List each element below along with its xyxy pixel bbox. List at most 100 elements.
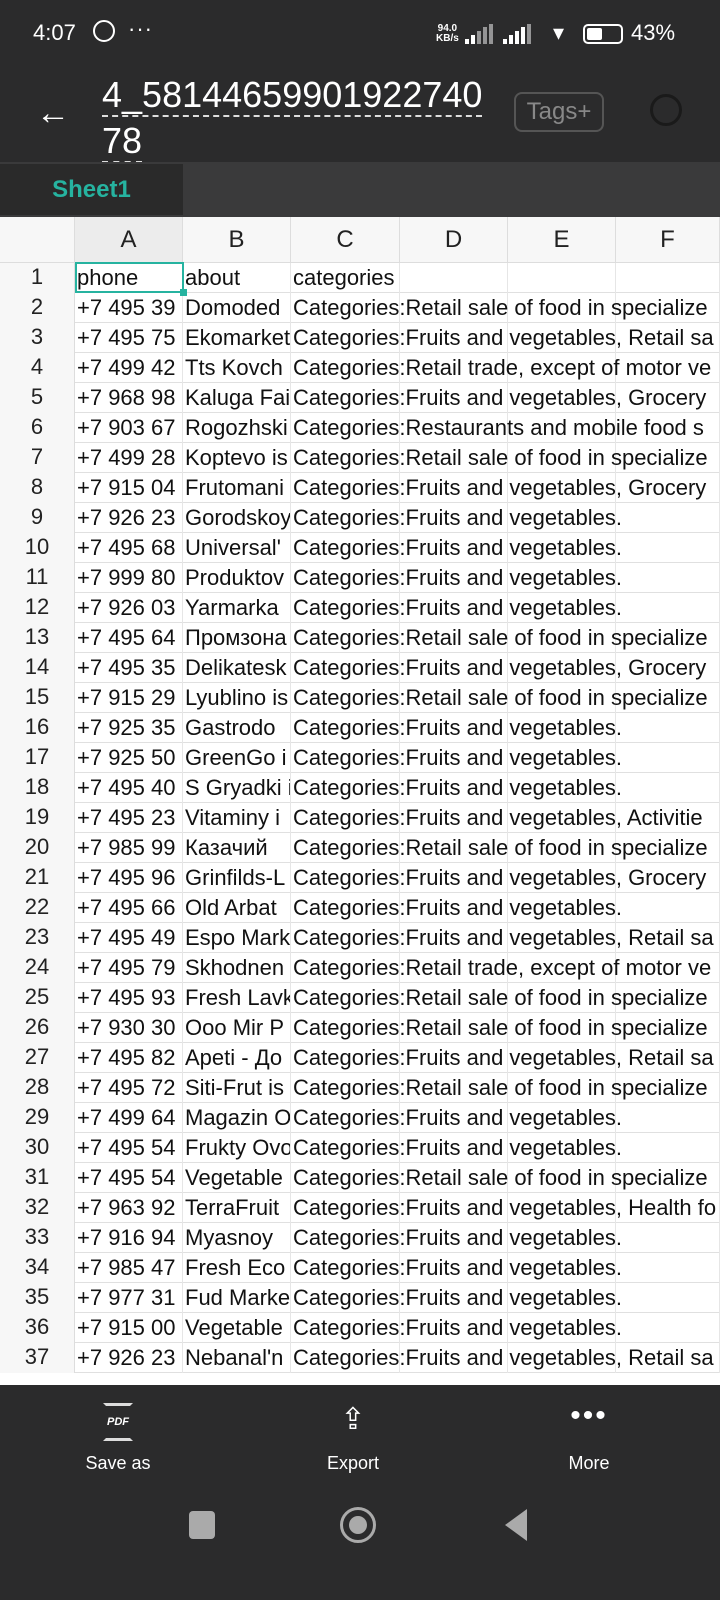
row-header[interactable]: 30 <box>0 1133 75 1163</box>
file-title[interactable]: 4_5814465990192274078 <box>102 72 487 164</box>
cell-B19[interactable]: Vitaminy i <box>183 803 291 833</box>
column-header-D[interactable]: D <box>400 217 508 263</box>
row-header[interactable]: 32 <box>0 1193 75 1223</box>
column-header-C[interactable]: C <box>291 217 400 263</box>
cell-A20[interactable]: +7 985 99 <box>75 833 183 863</box>
cell-F10[interactable] <box>616 533 720 563</box>
cell-F12[interactable] <box>616 593 720 623</box>
cell-B34[interactable]: Fresh Eco <box>183 1253 291 1283</box>
cell-F1[interactable] <box>616 263 720 293</box>
row-header[interactable]: 27 <box>0 1043 75 1073</box>
row-header[interactable]: 28 <box>0 1073 75 1103</box>
cell-F36[interactable] <box>616 1313 720 1343</box>
cell-F29[interactable] <box>616 1103 720 1133</box>
row-header[interactable]: 26 <box>0 1013 75 1043</box>
row-header[interactable]: 10 <box>0 533 75 563</box>
cell-B15[interactable]: Lyublino is <box>183 683 291 713</box>
cell-B14[interactable]: Delikatesk <box>183 653 291 683</box>
cell-A21[interactable]: +7 495 96 <box>75 863 183 893</box>
cell-A22[interactable]: +7 495 66 <box>75 893 183 923</box>
cell-F16[interactable] <box>616 713 720 743</box>
cell-B4[interactable]: Tts Kovch <box>183 353 291 383</box>
cell-A13[interactable]: +7 495 64 <box>75 623 183 653</box>
back-arrow-icon[interactable]: ← <box>36 96 70 130</box>
row-header[interactable]: 11 <box>0 563 75 593</box>
cell-A7[interactable]: +7 499 28 <box>75 443 183 473</box>
cell-C19[interactable]: Categories:Fruits and vegetables, Activi… <box>291 803 703 833</box>
cell-C2[interactable]: Categories:Retail sale of food in specia… <box>291 293 708 323</box>
cell-C22[interactable]: Categories:Fruits and vegetables. <box>291 893 622 923</box>
export-button[interactable]: ⇪ Export <box>278 1403 428 1474</box>
cell-B10[interactable]: Universal' <box>183 533 291 563</box>
cell-B3[interactable]: Ekomarket <box>183 323 291 353</box>
tags-button[interactable]: Tags+ <box>514 92 604 132</box>
cell-C4[interactable]: Categories:Retail trade, except of motor… <box>291 353 711 383</box>
cell-B23[interactable]: Espo Mark <box>183 923 291 953</box>
cell-B21[interactable]: Grinfilds-L <box>183 863 291 893</box>
cell-B1[interactable]: about <box>183 263 291 293</box>
cell-A32[interactable]: +7 963 92 <box>75 1193 183 1223</box>
cell-C27[interactable]: Categories:Fruits and vegetables, Retail… <box>291 1043 714 1073</box>
row-header[interactable]: 33 <box>0 1223 75 1253</box>
row-header[interactable]: 9 <box>0 503 75 533</box>
cell-B12[interactable]: Yarmarka <box>183 593 291 623</box>
cell-C24[interactable]: Categories:Retail trade, except of motor… <box>291 953 711 983</box>
row-header[interactable]: 23 <box>0 923 75 953</box>
cell-A30[interactable]: +7 495 54 <box>75 1133 183 1163</box>
cell-F34[interactable] <box>616 1253 720 1283</box>
cell-C30[interactable]: Categories:Fruits and vegetables. <box>291 1133 622 1163</box>
row-header[interactable]: 15 <box>0 683 75 713</box>
row-header[interactable]: 7 <box>0 443 75 473</box>
cell-C15[interactable]: Categories:Retail sale of food in specia… <box>291 683 708 713</box>
cell-C25[interactable]: Categories:Retail sale of food in specia… <box>291 983 708 1013</box>
cell-B7[interactable]: Koptevo is <box>183 443 291 473</box>
cell-A37[interactable]: +7 926 23 <box>75 1343 183 1373</box>
cell-B24[interactable]: Skhodnen <box>183 953 291 983</box>
cell-F22[interactable] <box>616 893 720 923</box>
cell-B35[interactable]: Fud Marke <box>183 1283 291 1313</box>
cell-A10[interactable]: +7 495 68 <box>75 533 183 563</box>
cell-C1[interactable]: categories <box>291 263 400 293</box>
column-header-B[interactable]: B <box>183 217 291 263</box>
cell-C31[interactable]: Categories:Retail sale of food in specia… <box>291 1163 708 1193</box>
row-header[interactable]: 19 <box>0 803 75 833</box>
cell-A5[interactable]: +7 968 98 <box>75 383 183 413</box>
row-header[interactable]: 22 <box>0 893 75 923</box>
row-header[interactable]: 20 <box>0 833 75 863</box>
spreadsheet-grid[interactable]: A B C D E F 1 phone about categories 2 +7 495 39 Dom… <box>0 217 720 1385</box>
cell-F30[interactable] <box>616 1133 720 1163</box>
row-header[interactable]: 12 <box>0 593 75 623</box>
cell-B36[interactable]: Vegetable <box>183 1313 291 1343</box>
cell-C26[interactable]: Categories:Retail sale of food in specia… <box>291 1013 708 1043</box>
cell-A4[interactable]: +7 499 42 <box>75 353 183 383</box>
column-header-A[interactable]: A <box>75 217 183 263</box>
cell-A8[interactable]: +7 915 04 <box>75 473 183 503</box>
cell-C18[interactable]: Categories:Fruits and vegetables. <box>291 773 622 803</box>
row-header[interactable]: 18 <box>0 773 75 803</box>
recents-icon[interactable] <box>189 1511 215 1539</box>
row-header[interactable]: 14 <box>0 653 75 683</box>
cell-A14[interactable]: +7 495 35 <box>75 653 183 683</box>
cell-A26[interactable]: +7 930 30 <box>75 1013 183 1043</box>
cell-B8[interactable]: Frutomani <box>183 473 291 503</box>
row-header[interactable]: 13 <box>0 623 75 653</box>
row-header[interactable]: 25 <box>0 983 75 1013</box>
cell-C8[interactable]: Categories:Fruits and vegetables, Grocer… <box>291 473 706 503</box>
cell-C14[interactable]: Categories:Fruits and vegetables, Grocer… <box>291 653 706 683</box>
cell-A6[interactable]: +7 903 67 <box>75 413 183 443</box>
row-header[interactable]: 16 <box>0 713 75 743</box>
cell-A12[interactable]: +7 926 03 <box>75 593 183 623</box>
cell-B16[interactable]: Gastrodo <box>183 713 291 743</box>
cell-C29[interactable]: Categories:Fruits and vegetables. <box>291 1103 622 1133</box>
row-header[interactable]: 3 <box>0 323 75 353</box>
row-header[interactable]: 35 <box>0 1283 75 1313</box>
cell-C9[interactable]: Categories:Fruits and vegetables. <box>291 503 622 533</box>
cell-C33[interactable]: Categories:Fruits and vegetables. <box>291 1223 622 1253</box>
cell-A3[interactable]: +7 495 75 <box>75 323 183 353</box>
cell-C16[interactable]: Categories:Fruits and vegetables. <box>291 713 622 743</box>
column-header-F[interactable]: F <box>616 217 720 263</box>
cell-C20[interactable]: Categories:Retail sale of food in specia… <box>291 833 708 863</box>
cell-E1[interactable] <box>508 263 616 293</box>
cell-F9[interactable] <box>616 503 720 533</box>
cell-A24[interactable]: +7 495 79 <box>75 953 183 983</box>
